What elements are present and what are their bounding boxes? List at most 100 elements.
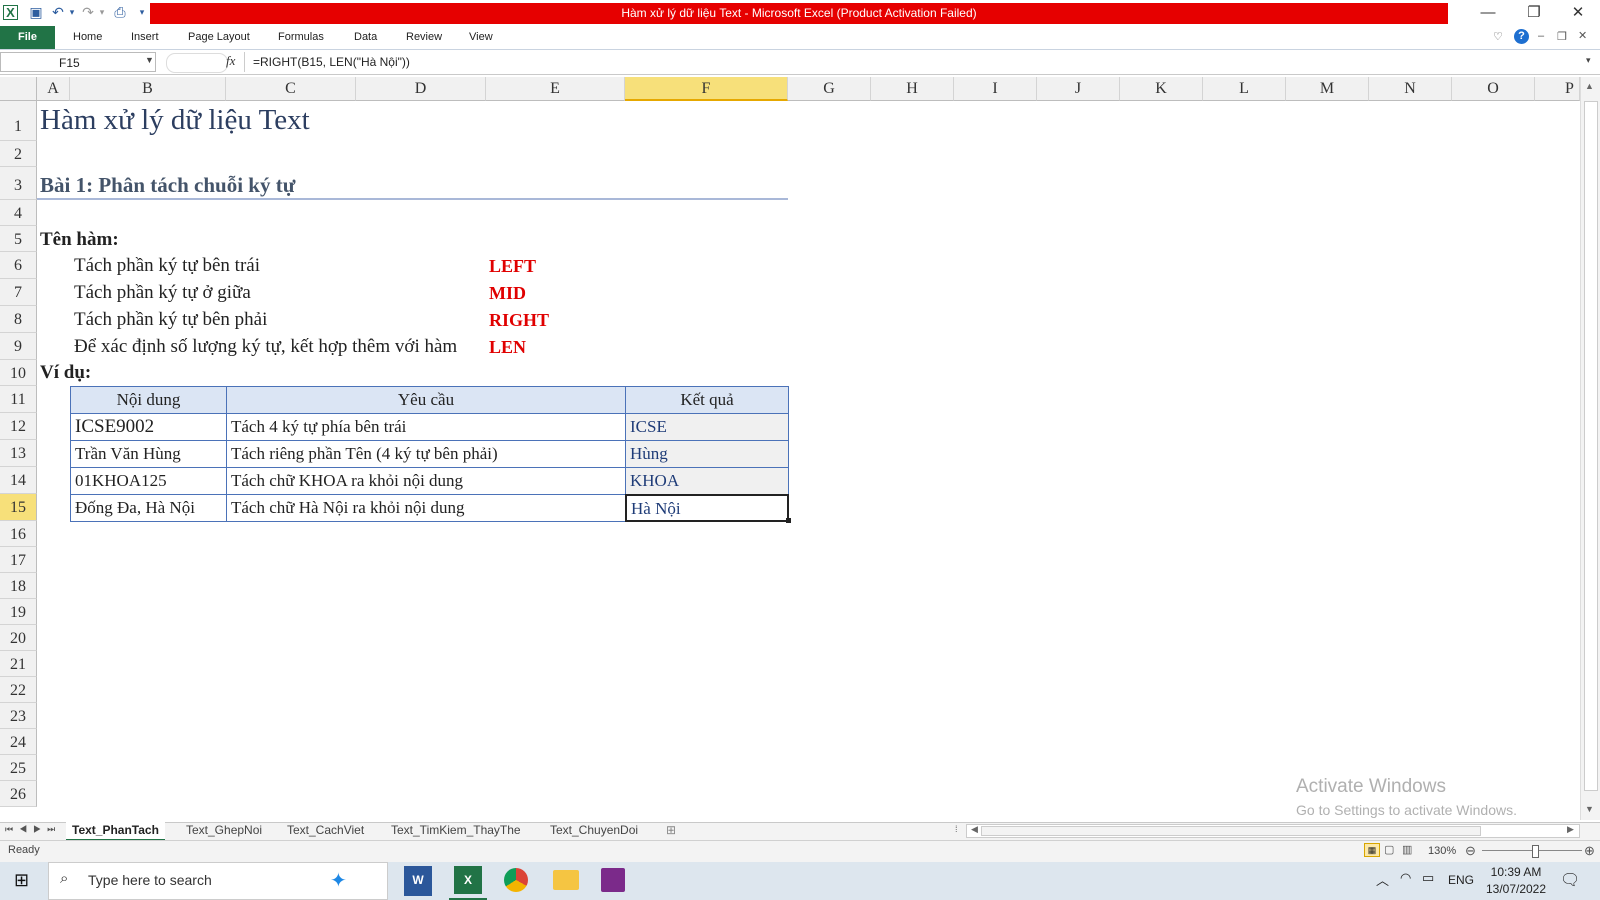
table-cell-requirement[interactable]: Tách riêng phần Tên (4 ký tự bên phải) [226,440,626,468]
row-header-5[interactable]: 5 [0,226,37,252]
row-header-6[interactable]: 6 [0,252,37,279]
scroll-up-icon[interactable]: ▲ [1585,81,1594,91]
show-hidden-icons[interactable]: ︿ [1376,870,1389,889]
table-cell-content[interactable]: 01KHOA125 [70,467,227,495]
zoom-in-icon[interactable]: ⊕ [1584,843,1595,859]
active-cell-f15[interactable]: Hà Nội [625,494,789,522]
excel-taskbar-icon[interactable]: X [454,866,482,894]
sheet-tab-ghepnoi[interactable]: Text_GhepNoi [180,822,268,839]
col-header-f[interactable]: F [625,77,788,101]
undo-dropdown-icon[interactable]: ▾ [64,4,80,20]
normal-view-icon[interactable]: ▦ [1364,843,1380,857]
search-placeholder[interactable]: Type here to search [88,872,212,888]
table-cell-requirement[interactable]: Tách chữ Hà Nội ra khỏi nội dung [226,494,626,522]
sheet-nav-arrows-icon[interactable]: ⏮◀▶⏭ [5,824,61,835]
window-close-icon[interactable]: ✕ [1578,29,1587,42]
row-header-20[interactable]: 20 [0,625,37,651]
zoom-out-icon[interactable]: ⊖ [1465,843,1476,859]
row-header-12[interactable]: 12 [0,413,37,440]
row-header-10[interactable]: 10 [0,360,37,386]
name-box-dropdown-icon[interactable]: ▼ [145,55,154,65]
col-header-g[interactable]: G [788,77,871,101]
table-cell-result[interactable]: KHOA [625,467,789,495]
tab-home[interactable]: Home [73,26,102,49]
row-header-2[interactable]: 2 [0,141,37,167]
row-header-17[interactable]: 17 [0,547,37,573]
windows-start-icon[interactable]: ⊞ [14,870,29,891]
table-cell-content[interactable]: Trần Văn Hùng [70,440,227,468]
row-header-1[interactable]: 1 [0,101,37,141]
row-header-11[interactable]: 11 [0,386,37,413]
col-header-b[interactable]: B [70,77,226,101]
row-header-25[interactable]: 25 [0,755,37,781]
spreadsheet-grid[interactable]: A B C D E F G H I J K L M N O P 1 2 3 4 … [0,77,1580,820]
table-cell-result[interactable]: ICSE [625,413,789,441]
col-header-o[interactable]: O [1452,77,1535,101]
table-header-content[interactable]: Nội dung [70,386,227,414]
sheet-tab-phantach[interactable]: Text_PhanTach [66,822,165,841]
word-taskbar-icon[interactable]: W [404,866,432,896]
tab-insert[interactable]: Insert [131,26,159,49]
tab-data[interactable]: Data [354,26,377,49]
help-icon[interactable]: ? [1514,29,1529,44]
close-button[interactable]: ✕ [1558,0,1598,26]
formula-input[interactable]: =RIGHT(B15, LEN("Hà Nội")) [253,52,410,72]
insert-function-icon[interactable]: fx [226,53,235,69]
scroll-right-icon[interactable]: ▶ [1567,824,1574,835]
table-cell-requirement[interactable]: Tách chữ KHOA ra khỏi nội dung [226,467,626,495]
clock-date[interactable]: 13/07/2022 [1481,882,1551,896]
customize-toolbar-icon[interactable]: ▾ [134,4,150,20]
language-indicator[interactable]: ENG [1448,873,1474,887]
col-header-k[interactable]: K [1120,77,1203,101]
minimize-button[interactable]: — [1466,0,1510,26]
name-box[interactable]: F15 [0,52,156,72]
page-layout-view-icon[interactable]: ▢ [1384,843,1394,856]
table-cell-content[interactable]: ICSE9002 [70,413,227,441]
scroll-down-icon[interactable]: ▼ [1585,804,1594,814]
row-header-15[interactable]: 15 [0,494,37,521]
row-header-7[interactable]: 7 [0,279,37,306]
col-header-n[interactable]: N [1369,77,1452,101]
select-all-corner[interactable] [0,77,37,101]
insert-sheet-icon[interactable]: ⊞ [666,823,676,837]
tab-file[interactable]: File [0,26,55,49]
chrome-taskbar-icon[interactable] [504,868,528,892]
row-header-26[interactable]: 26 [0,781,37,807]
row-header-4[interactable]: 4 [0,200,37,226]
horizontal-scroll-thumb[interactable] [981,826,1481,836]
restore-button[interactable]: ❐ [1512,0,1556,26]
tab-formulas[interactable]: Formulas [278,26,324,49]
horizontal-scrollbar[interactable]: ◀ ▶ [966,824,1580,838]
tab-view[interactable]: View [469,26,493,49]
col-header-d[interactable]: D [356,77,486,101]
print-preview-icon[interactable]: ⎙ [112,4,128,20]
winrar-taskbar-icon[interactable] [601,868,625,892]
row-header-14[interactable]: 14 [0,467,37,494]
vertical-scrollbar[interactable]: ▲ ▼ [1580,77,1600,820]
notifications-icon[interactable]: 🗨 [1560,870,1580,890]
page-break-view-icon[interactable]: ▥ [1402,843,1412,856]
row-header-3[interactable]: 3 [0,167,37,200]
col-header-j[interactable]: J [1037,77,1120,101]
zoom-level[interactable]: 130% [1428,845,1456,857]
row-header-19[interactable]: 19 [0,599,37,625]
col-header-m[interactable]: M [1286,77,1369,101]
row-header-23[interactable]: 23 [0,703,37,729]
vertical-scroll-thumb[interactable] [1584,101,1598,791]
table-cell-requirement[interactable]: Tách 4 ký tự phía bên trái [226,413,626,441]
tab-page-layout[interactable]: Page Layout [188,26,250,49]
save-icon[interactable]: ▣ [28,4,44,20]
window-restore-icon[interactable]: ❐ [1557,30,1567,43]
file-explorer-taskbar-icon[interactable] [553,870,579,890]
battery-icon[interactable]: ▭ [1422,870,1434,886]
window-minimize-icon[interactable]: – [1538,30,1544,42]
col-header-i[interactable]: I [954,77,1037,101]
table-cell-result[interactable]: Hùng [625,440,789,468]
expand-formula-icon[interactable]: ▾ [1586,55,1591,66]
row-header-18[interactable]: 18 [0,573,37,599]
ribbon-collapse-icon[interactable]: ♡ [1493,30,1503,43]
clock-time[interactable]: 10:39 AM [1485,865,1547,879]
sheet-tab-chuyendoi[interactable]: Text_ChuyenDoi [544,822,644,839]
row-header-22[interactable]: 22 [0,677,37,703]
row-header-8[interactable]: 8 [0,306,37,333]
